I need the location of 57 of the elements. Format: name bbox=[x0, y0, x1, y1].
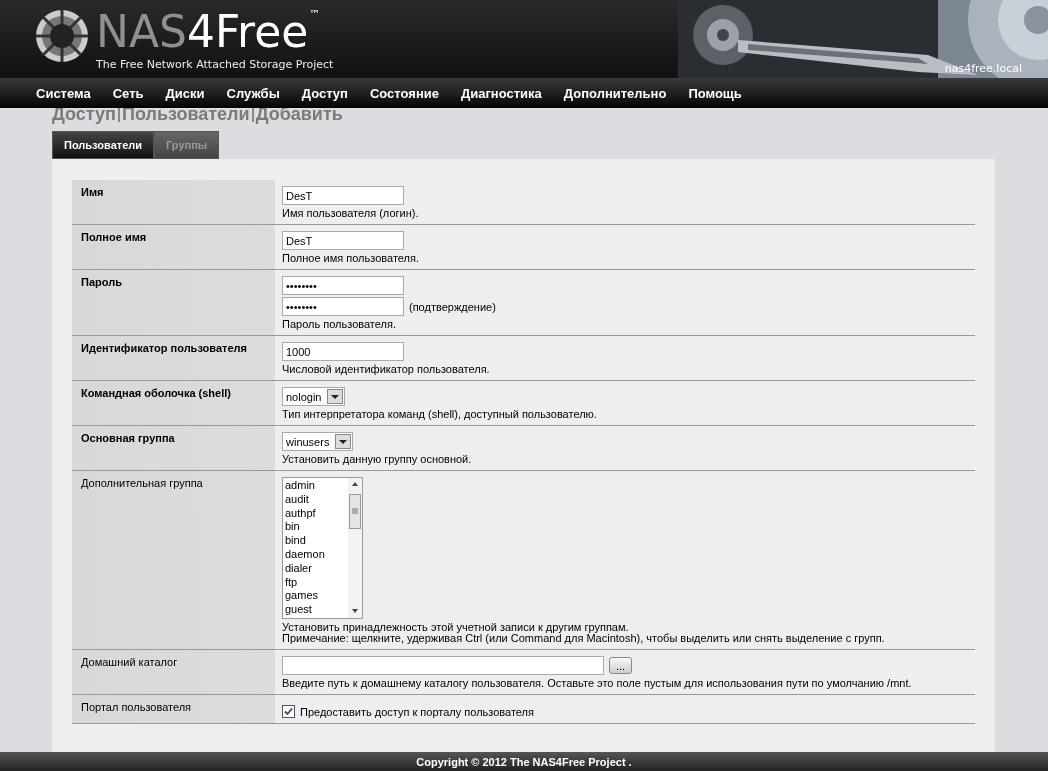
field-hint: Пароль пользователя. bbox=[282, 318, 397, 330]
confirm-label: (подтверждение) bbox=[409, 300, 496, 313]
list-option[interactable]: bind bbox=[285, 534, 346, 548]
nav-item[interactable]: Состояние bbox=[369, 85, 439, 101]
logo-title: NAS4Free™ bbox=[96, 8, 322, 56]
field-label: Основная группа bbox=[72, 426, 275, 470]
browse-button[interactable]: ... bbox=[609, 657, 633, 674]
field-label: Командная оболочка (shell) bbox=[72, 381, 275, 425]
nav-item[interactable]: Система bbox=[36, 85, 91, 101]
list-option[interactable]: dialer bbox=[285, 561, 346, 576]
nav-item[interactable]: Дополнительно bbox=[563, 85, 667, 101]
nav-item[interactable]: Сеть bbox=[112, 85, 144, 101]
field-hint: Имя пользователя (логин). bbox=[282, 207, 420, 219]
text-field[interactable]: DesT bbox=[282, 231, 404, 250]
field-label: Портал пользователя bbox=[72, 695, 275, 723]
field-label: Идентификатор пользователя bbox=[72, 336, 275, 380]
list-option[interactable]: daemon bbox=[285, 548, 346, 562]
list-option[interactable]: games bbox=[285, 589, 346, 604]
field-hint: Тип интерпретатора команд (shell), доступный пользователю. bbox=[282, 408, 598, 420]
text-field[interactable]: 1000 bbox=[282, 342, 404, 361]
checkbox-label: Предоставить доступ к порталу пользователя bbox=[300, 705, 534, 718]
text-field[interactable]: DesT bbox=[282, 186, 404, 205]
logo-icon bbox=[34, 8, 90, 64]
list-option[interactable]: ftp bbox=[285, 575, 346, 590]
dropdown[interactable]: winusers bbox=[282, 432, 354, 451]
field-hint: Полное имя пользователя. bbox=[282, 252, 420, 264]
nav-item[interactable]: Службы bbox=[226, 85, 280, 101]
field-hint: Числовой идентификатор пользователя. bbox=[282, 363, 491, 375]
scrollbar-icon bbox=[348, 478, 362, 618]
copyright: Copyright © 2012 The NAS4Free Project . bbox=[416, 755, 632, 768]
group-listbox[interactable]: admin audit authpf bin bind daemon dialer ftp games guest bbox=[282, 477, 363, 619]
password-field[interactable]: •••••••• bbox=[282, 276, 404, 295]
field-hint: Установить принадлежность этой учетной записи к другим группам. bbox=[282, 621, 629, 633]
field-label: Дополнительная группа bbox=[72, 471, 275, 649]
field-label: Имя bbox=[72, 180, 275, 224]
list-option[interactable]: admin bbox=[285, 479, 346, 493]
tab[interactable]: Пользователи bbox=[52, 131, 154, 159]
field-label: Домашний каталог bbox=[72, 650, 275, 694]
nav-item[interactable]: Диагностика bbox=[460, 85, 542, 101]
list-option[interactable]: bin bbox=[285, 520, 346, 535]
password-confirm-field[interactable]: •••••••• bbox=[282, 297, 404, 316]
hostname: nas4free.local bbox=[944, 62, 1022, 75]
list-option[interactable]: authpf bbox=[285, 506, 346, 521]
field-note: Примечание: щелкните, удерживая Ctrl (или Command для Macintosh), чтобы выделить или снять выделение с групп. bbox=[282, 632, 886, 644]
list-option[interactable]: audit bbox=[285, 492, 346, 507]
field-hint: Установить данную группу основной. bbox=[282, 453, 473, 465]
nav-item[interactable]: Помощь bbox=[688, 85, 742, 101]
nav-item[interactable]: Диски bbox=[165, 85, 205, 101]
path-field[interactable] bbox=[282, 656, 604, 675]
list-option[interactable]: guest bbox=[285, 603, 346, 617]
checkbox[interactable] bbox=[282, 705, 295, 718]
dropdown[interactable]: nologin bbox=[282, 387, 346, 406]
field-label: Пароль bbox=[72, 270, 275, 335]
nav-item[interactable]: Доступ bbox=[301, 85, 348, 101]
logo-tagline: The Free Network Attached Storage Project bbox=[96, 58, 334, 71]
field-label: Полное имя bbox=[72, 225, 275, 269]
field-hint: Введите путь к домашнему каталогу пользователя. Оставьте это поле пустым для использования пути по умолчанию /mnt. bbox=[282, 677, 913, 689]
